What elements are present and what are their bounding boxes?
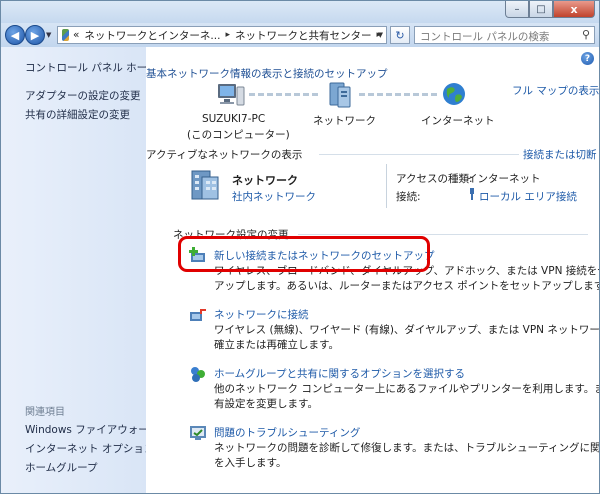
task-homegroup-link[interactable]: ホームグループと共有に関するオプションを選択する xyxy=(214,366,465,381)
refresh-button[interactable]: ↻ xyxy=(390,26,410,44)
local-area-connection-link[interactable]: ローカル エリア接続 xyxy=(479,189,577,204)
troubleshoot-icon[interactable] xyxy=(189,424,207,442)
network-type-link[interactable]: 社内ネットワーク xyxy=(232,189,316,204)
network-label: ネットワーク xyxy=(313,115,376,127)
highlight-box xyxy=(178,236,430,272)
close-button[interactable]: x xyxy=(553,1,595,18)
sidebar-item-adapter-settings[interactable]: アダプターの設定の変更 xyxy=(25,88,141,103)
task-troubleshoot-link[interactable]: 問題のトラブルシューティング xyxy=(214,425,360,440)
search-icon[interactable]: ⚲ xyxy=(582,28,590,41)
homegroup-icon[interactable] xyxy=(189,365,207,383)
task-new-connection-desc-2: アップします。あるいは、ルーターまたはアクセス ポイントをセットアップします。 xyxy=(214,280,600,292)
internet-label: インターネット xyxy=(421,115,495,127)
navigation-bar: ◀ ▶ ▼ « ネットワークとインターネ... ▸ ネットワークと共有センター … xyxy=(1,23,599,47)
computer-subtitle: (このコンピューター) xyxy=(187,129,290,141)
minimize-button[interactable]: – xyxy=(505,1,529,18)
network-icon xyxy=(327,81,353,109)
maximize-button[interactable]: □ xyxy=(529,1,553,18)
back-button[interactable]: ◀ xyxy=(5,25,25,45)
task-connect-network-desc-2: 確立または再確立します。 xyxy=(214,339,339,351)
breadcrumb-network-sharing-center[interactable]: ネットワークと共有センター xyxy=(235,28,372,43)
active-network-name: ネットワーク xyxy=(232,174,298,187)
sidebar: コントロール パネル ホーム アダプターの設定の変更 共有の詳細設定の変更 関連… xyxy=(1,47,159,493)
connect-to-network-icon[interactable] xyxy=(189,306,207,324)
computer-name: SUZUKI7-PC xyxy=(202,113,266,125)
search-placeholder: コントロール パネルの検索 xyxy=(420,31,550,43)
task-connect-network-desc-1: ワイヤレス (無線)、ワイヤード (有線)、ダイヤルアップ、または VPN ネッ… xyxy=(214,324,600,336)
connect-disconnect-link[interactable]: 接続または切断 xyxy=(523,147,597,162)
recent-pages-dropdown-icon[interactable]: ▼ xyxy=(46,31,51,39)
page-title: 基本ネットワーク情報の表示と接続のセットアップ xyxy=(146,68,388,80)
task-connect-network-link[interactable]: ネットワークに接続 xyxy=(214,307,309,322)
access-type-label: アクセスの種類: xyxy=(396,173,473,185)
connection-label: 接続: xyxy=(396,191,421,203)
address-dropdown-icon[interactable]: ▼ xyxy=(378,31,383,39)
task-homegroup-desc-2: 有設定を変更します。 xyxy=(214,398,318,410)
search-input[interactable]: コントロール パネルの検索 ⚲ xyxy=(414,26,595,44)
divider xyxy=(386,164,387,208)
map-link-line xyxy=(359,93,439,96)
active-networks-header: アクティブなネットワークの表示 xyxy=(146,149,303,161)
control-panel-icon xyxy=(62,29,69,41)
access-type-value: インターネット xyxy=(467,173,541,185)
computer-icon xyxy=(217,81,245,109)
sidebar-item-internet-options[interactable]: インターネット オプション xyxy=(25,441,154,456)
window: – □ x ◀ ▶ ▼ « ネットワークとインターネ... ▸ ネットワークと共… xyxy=(0,0,600,494)
sidebar-item-control-panel-home[interactable]: コントロール パネル ホーム xyxy=(25,60,157,75)
breadcrumb-separator-icon[interactable]: ▸ xyxy=(225,30,230,40)
task-troubleshoot-desc-1: ネットワークの問題を診断して修復します。または、トラブルシューティングに関する情… xyxy=(214,442,600,454)
title-bar: – □ x xyxy=(1,1,599,23)
sidebar-item-homegroup[interactable]: ホームグループ xyxy=(25,460,98,475)
sidebar-item-windows-firewall[interactable]: Windows ファイアウォール xyxy=(25,422,159,437)
divider xyxy=(319,154,519,155)
divider xyxy=(298,234,588,235)
address-overflow[interactable]: « xyxy=(73,29,79,41)
network-building-icon[interactable] xyxy=(188,167,222,201)
map-link-line xyxy=(249,93,319,96)
task-homegroup-desc-1: 他のネットワーク コンピューター上にあるファイルやプリンターを利用します。または… xyxy=(214,383,599,395)
address-bar[interactable]: « ネットワークとインターネ... ▸ ネットワークと共有センター ▸ ▼ xyxy=(57,26,387,44)
related-header: 関連項目 xyxy=(25,407,65,418)
sidebar-item-advanced-sharing[interactable]: 共有の詳細設定の変更 xyxy=(25,107,130,122)
breadcrumb-network-internet[interactable]: ネットワークとインターネ... xyxy=(84,28,220,43)
caption-buttons: – □ x xyxy=(505,1,595,18)
internet-globe-icon xyxy=(442,82,466,106)
forward-button[interactable]: ▶ xyxy=(25,25,45,45)
full-map-link[interactable]: フル マップの表示 xyxy=(512,83,599,98)
help-icon[interactable]: ? xyxy=(581,52,594,65)
task-troubleshoot-desc-2: を入手します。 xyxy=(214,457,287,469)
network-adapter-icon xyxy=(468,188,476,200)
